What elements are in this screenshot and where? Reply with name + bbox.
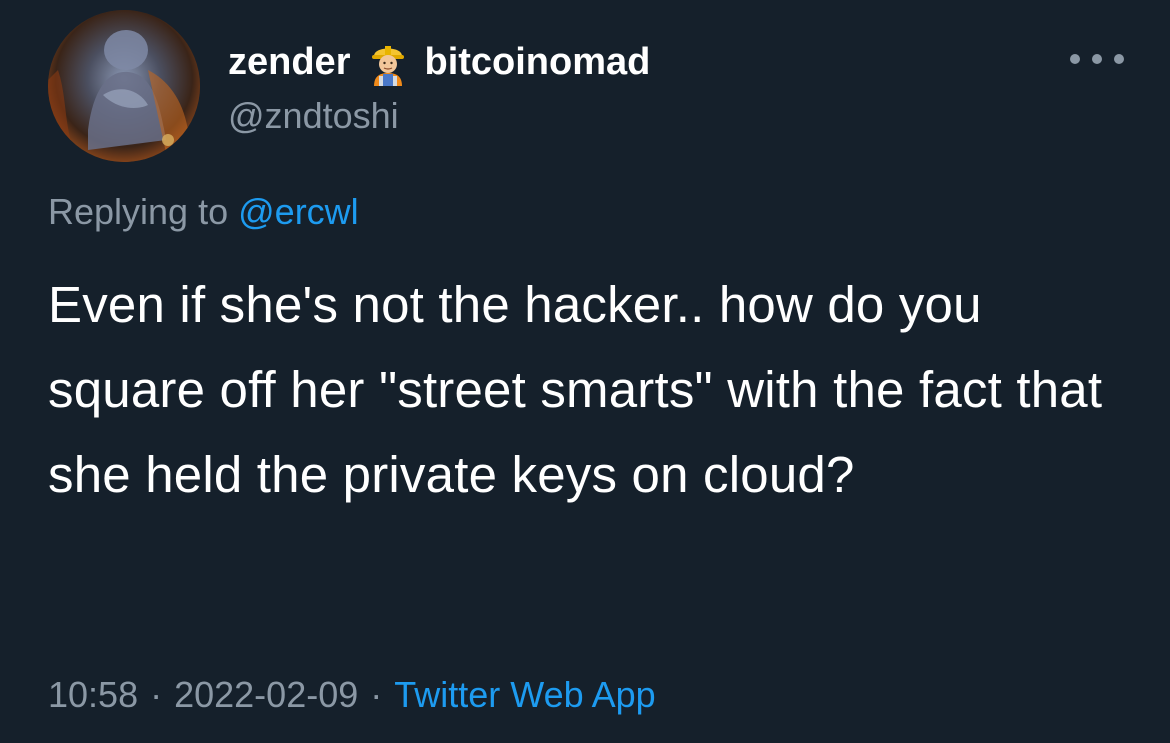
- author-name-row[interactable]: zender bitcoinomad: [228, 38, 650, 86]
- meta-separator: ·: [370, 674, 383, 715]
- author-handle[interactable]: @zndtoshi: [228, 94, 399, 138]
- more-horizontal-icon[interactable]: [1070, 48, 1124, 70]
- display-name-suffix[interactable]: bitcoinomad: [424, 38, 650, 86]
- tweet-text: Even if she's not the hacker.. how do yo…: [48, 276, 1103, 503]
- tweet-meta: 10:58 · 2022-02-09 · Twitter Web App: [48, 672, 656, 718]
- more-dot: [1070, 54, 1080, 64]
- replying-to-line: Replying to @ercwl: [48, 190, 359, 234]
- more-dot: [1114, 54, 1124, 64]
- tweet-source[interactable]: Twitter Web App: [394, 674, 655, 715]
- avatar-image: [48, 10, 200, 162]
- tweet-card: zender bitcoinomad @zndtoshi Replying to…: [0, 0, 1170, 743]
- tweet-date[interactable]: 2022-02-09: [174, 674, 358, 715]
- replying-to-mention[interactable]: @ercwl: [238, 191, 359, 232]
- replying-prefix: Replying to: [48, 191, 229, 232]
- more-dot: [1092, 54, 1102, 64]
- tweet-time[interactable]: 10:58: [48, 674, 138, 715]
- construction-worker-emoji-icon: [366, 38, 410, 86]
- display-name[interactable]: zender: [228, 38, 350, 86]
- meta-separator: ·: [150, 674, 163, 715]
- avatar[interactable]: [48, 10, 200, 162]
